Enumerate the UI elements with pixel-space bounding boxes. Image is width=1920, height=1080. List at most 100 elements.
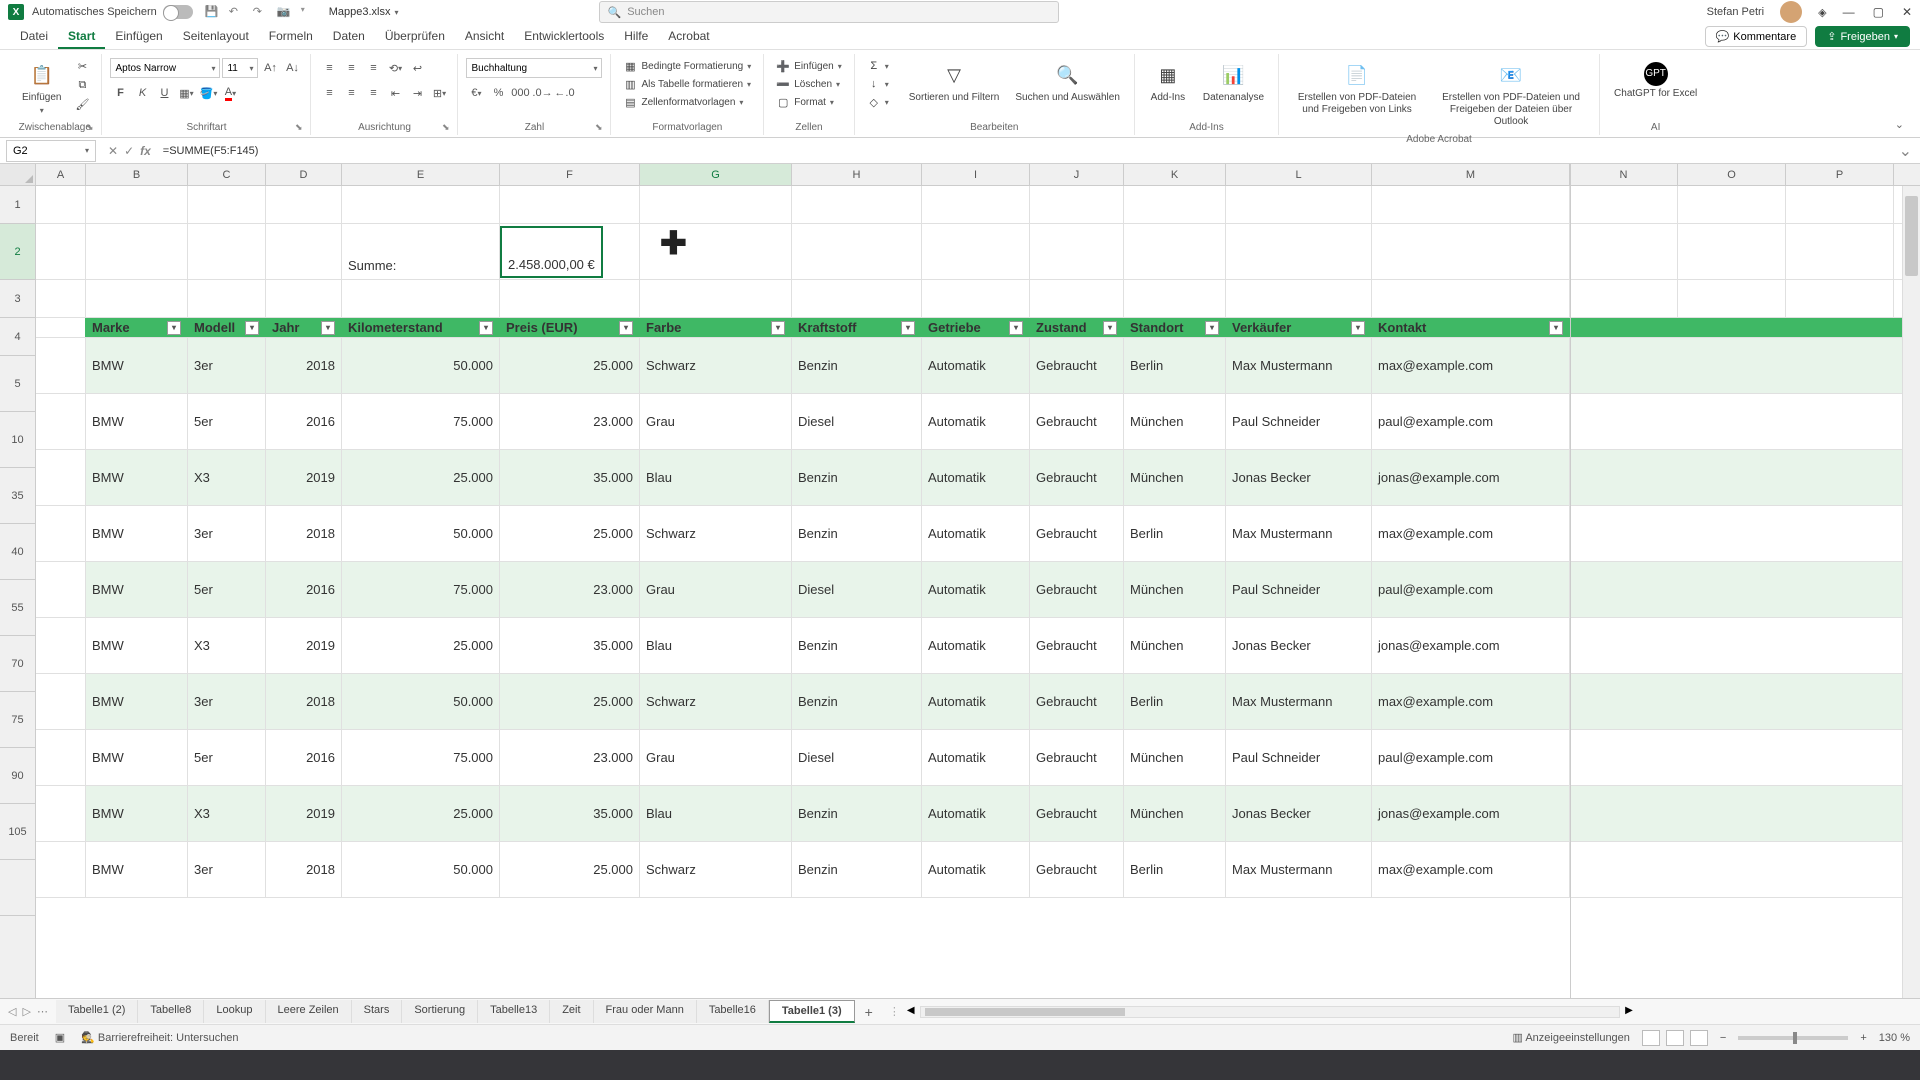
cell[interactable]: 2018 — [266, 338, 342, 393]
sheet-tab[interactable]: Tabelle1 (2) — [56, 1000, 138, 1023]
column-header-C[interactable]: C — [188, 164, 266, 185]
tab-nav-next-icon[interactable]: ▷ — [22, 1005, 30, 1018]
sheet-tab[interactable]: Frau oder Mann — [594, 1000, 697, 1023]
cell[interactable]: 2018 — [266, 674, 342, 729]
cell[interactable]: Gebraucht — [1030, 618, 1124, 673]
cell[interactable]: Berlin — [1124, 506, 1226, 561]
cell[interactable]: X3 — [188, 618, 266, 673]
filter-button[interactable]: ▾ — [901, 321, 915, 335]
row-header[interactable]: 10 — [0, 412, 35, 468]
cell[interactable]: X3 — [188, 786, 266, 841]
cell[interactable]: BMW — [86, 506, 188, 561]
format-cells-button[interactable]: ▢Format▾ — [772, 94, 838, 110]
cell[interactable]: München — [1124, 618, 1226, 673]
cell[interactable] — [640, 224, 792, 279]
filter-button[interactable]: ▾ — [619, 321, 633, 335]
clear-button[interactable]: ◇▾ — [863, 94, 893, 110]
cell[interactable] — [1570, 224, 1678, 279]
decrease-decimal-button[interactable]: ←.0 — [554, 83, 574, 103]
sort-filter-button[interactable]: ▽ Sortieren und Filtern — [903, 58, 1006, 108]
autosum-button[interactable]: Σ▾ — [863, 58, 893, 74]
cell[interactable]: 2016 — [266, 562, 342, 617]
cell[interactable]: 2019 — [266, 618, 342, 673]
copy-button[interactable]: ⧉ — [71, 77, 93, 93]
sheet-tab[interactable]: Stars — [352, 1000, 403, 1023]
cell[interactable] — [1372, 224, 1570, 279]
page-break-view-button[interactable] — [1690, 1030, 1708, 1046]
cell[interactable] — [266, 224, 342, 279]
column-header-K[interactable]: K — [1124, 164, 1226, 185]
cell[interactable]: Schwarz — [640, 674, 792, 729]
conditional-formatting-button[interactable]: ▦Bedingte Formatierung▾ — [619, 58, 755, 74]
cell[interactable]: 75.000 — [342, 730, 500, 785]
row-header[interactable]: 70 — [0, 636, 35, 692]
cell[interactable] — [188, 186, 266, 223]
column-header-E[interactable]: E — [342, 164, 500, 185]
confirm-formula-icon[interactable]: ✓ — [124, 144, 134, 158]
cell[interactable]: 25.000 — [500, 338, 640, 393]
qat-customize-icon[interactable]: ▾ — [301, 5, 315, 19]
cell[interactable]: BMW — [86, 786, 188, 841]
cell[interactable]: 3er — [188, 674, 266, 729]
acrobat-pdf-outlook-button[interactable]: 📧 Erstellen von PDF-Dateien und Freigebe… — [1431, 58, 1591, 132]
cut-button[interactable]: ✂ — [71, 58, 93, 74]
cell[interactable]: 3er — [188, 338, 266, 393]
sheet-tab[interactable]: Leere Zeilen — [266, 1000, 352, 1023]
cell[interactable] — [640, 280, 792, 317]
decrease-font-button[interactable]: A↓ — [282, 58, 302, 78]
cell[interactable]: Automatik — [922, 786, 1030, 841]
cell[interactable]: Benzin — [792, 338, 922, 393]
filter-button[interactable]: ▾ — [167, 321, 181, 335]
cell[interactable]: Automatik — [922, 842, 1030, 897]
column-header-O[interactable]: O — [1678, 164, 1786, 185]
cell[interactable]: Summe: — [342, 224, 500, 279]
comments-button[interactable]: 💬 Kommentare — [1705, 26, 1808, 47]
font-name-select[interactable]: Aptos Narrow▾ — [110, 58, 220, 78]
menu-item-start[interactable]: Start — [58, 25, 105, 49]
cell[interactable] — [1786, 186, 1894, 223]
filter-button[interactable]: ▾ — [1549, 321, 1563, 335]
border-button[interactable]: ▦▾ — [176, 83, 196, 103]
cell[interactable]: Benzin — [792, 786, 922, 841]
cell[interactable] — [500, 186, 640, 223]
cell[interactable] — [36, 618, 86, 673]
cell[interactable]: Jonas Becker — [1226, 786, 1372, 841]
cell[interactable]: Schwarz — [640, 506, 792, 561]
cell[interactable]: Max Mustermann — [1226, 338, 1372, 393]
cell[interactable]: 50.000 — [342, 338, 500, 393]
cell[interactable]: jonas@example.com — [1372, 450, 1570, 505]
menu-item-überprüfen[interactable]: Überprüfen — [375, 25, 455, 49]
cell[interactable] — [922, 186, 1030, 223]
cell[interactable]: Max Mustermann — [1226, 506, 1372, 561]
cell[interactable] — [36, 394, 86, 449]
cell[interactable] — [188, 280, 266, 317]
display-settings-button[interactable]: ▥ Anzeigeeinstellungen — [1512, 1031, 1629, 1044]
column-header-P[interactable]: P — [1786, 164, 1894, 185]
cell[interactable]: 2.458.000,00 € — [500, 224, 640, 279]
new-sheet-button[interactable]: + — [855, 1004, 883, 1020]
cell[interactable]: Diesel — [792, 562, 922, 617]
decrease-indent-button[interactable]: ⇤ — [385, 83, 405, 103]
cell[interactable]: 25.000 — [342, 450, 500, 505]
cell[interactable]: 35.000 — [500, 450, 640, 505]
cell[interactable]: Blau — [640, 786, 792, 841]
cell[interactable] — [500, 280, 640, 317]
cell[interactable]: BMW — [86, 618, 188, 673]
cell[interactable]: 50.000 — [342, 842, 500, 897]
cell[interactable] — [1372, 186, 1570, 223]
column-header-I[interactable]: I — [922, 164, 1030, 185]
cell[interactable]: Benzin — [792, 506, 922, 561]
column-header-M[interactable]: M — [1372, 164, 1570, 185]
row-header[interactable]: 90 — [0, 748, 35, 804]
cell[interactable]: Gebraucht — [1030, 338, 1124, 393]
table-row[interactable]: BMWX3201925.00035.000BlauBenzinAutomatik… — [36, 450, 1920, 506]
cell[interactable]: Gebraucht — [1030, 562, 1124, 617]
italic-button[interactable]: K — [132, 83, 152, 103]
cell[interactable] — [1030, 186, 1124, 223]
format-as-table-button[interactable]: ▥Als Tabelle formatieren▾ — [619, 76, 755, 92]
filter-button[interactable]: ▾ — [1009, 321, 1023, 335]
row-header[interactable]: 1 — [0, 186, 35, 224]
scrollbar-thumb[interactable] — [925, 1008, 1125, 1016]
table-header-cell[interactable]: Kontakt▾ — [1372, 318, 1570, 337]
cell[interactable] — [792, 280, 922, 317]
